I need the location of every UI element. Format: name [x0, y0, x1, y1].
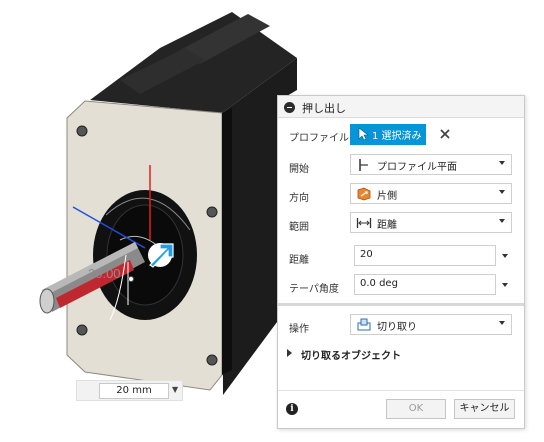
direction-label: 方向	[289, 193, 309, 204]
footer-divider	[278, 390, 524, 391]
taper-angle-input[interactable]: 0.0 deg	[354, 274, 496, 295]
start-value: プロファイル平面	[377, 162, 457, 173]
info-icon[interactable]: i	[286, 403, 298, 415]
start-label: 開始	[289, 164, 309, 175]
start-dropdown[interactable]: プロファイル平面	[350, 154, 512, 175]
cursor-arrow-icon	[358, 127, 369, 141]
chevron-down-icon	[499, 321, 505, 325]
taper-angle-value: 0.0 deg	[360, 278, 398, 289]
distance-value: 20	[360, 249, 373, 260]
clear-selection-icon[interactable]	[438, 127, 452, 141]
operation-dropdown[interactable]: 切り取り	[350, 314, 512, 335]
section-divider	[278, 303, 524, 306]
cancel-button[interactable]: キャンセル	[454, 399, 515, 419]
distance-icon	[356, 218, 372, 228]
extrude-dialog: 押し出し プロファイル 1 選択済み 開始 プロファイル平面 方向 片側 範囲	[277, 95, 525, 429]
dialog-title: 押し出し	[302, 102, 346, 115]
extent-label: 範囲	[289, 222, 309, 233]
one-side-icon	[357, 187, 371, 201]
dimension-dropdown-caret-icon[interactable]: ▼	[172, 385, 178, 394]
direction-dropdown[interactable]: 片側	[350, 183, 512, 204]
mount-hole-tl	[76, 125, 88, 137]
ok-button[interactable]: OK	[386, 399, 446, 419]
chevron-down-icon	[499, 161, 505, 165]
mount-hole-tr	[206, 206, 218, 218]
distance-label: 距離	[289, 255, 309, 266]
chevron-down-icon	[499, 190, 505, 194]
chevron-down-icon	[499, 219, 505, 223]
direction-value: 片側	[377, 191, 397, 202]
operation-label: 操作	[289, 324, 309, 335]
distance-input[interactable]: 20	[354, 245, 496, 266]
profile-select-text: 1 選択済み	[372, 131, 422, 142]
mount-hole-bl	[76, 324, 88, 336]
dimension-input-box[interactable]: 20 mm ▼	[76, 380, 183, 401]
distance-dropdown-icon[interactable]	[502, 254, 508, 258]
expand-arrow-icon[interactable]	[287, 349, 292, 357]
objects-to-cut-section[interactable]: 切り取るオブジェクト	[301, 347, 401, 362]
extent-dropdown[interactable]: 距離	[350, 212, 512, 233]
profile-plane-icon	[359, 159, 368, 171]
collapse-icon[interactable]	[284, 102, 295, 113]
cut-operation-icon	[357, 318, 371, 331]
extent-value: 距離	[377, 220, 397, 231]
dimension-label: 20.00	[88, 266, 121, 281]
operation-value: 切り取り	[377, 322, 417, 333]
taper-angle-label: テーパ角度	[289, 284, 339, 295]
mount-hole-br	[206, 354, 218, 366]
dimension-value-field[interactable]: 20 mm	[99, 383, 169, 399]
profile-label: プロファイル	[289, 133, 349, 144]
taper-dropdown-icon[interactable]	[502, 283, 508, 287]
profile-select-button[interactable]: 1 選択済み	[350, 124, 426, 145]
dialog-header[interactable]: 押し出し	[278, 96, 524, 118]
